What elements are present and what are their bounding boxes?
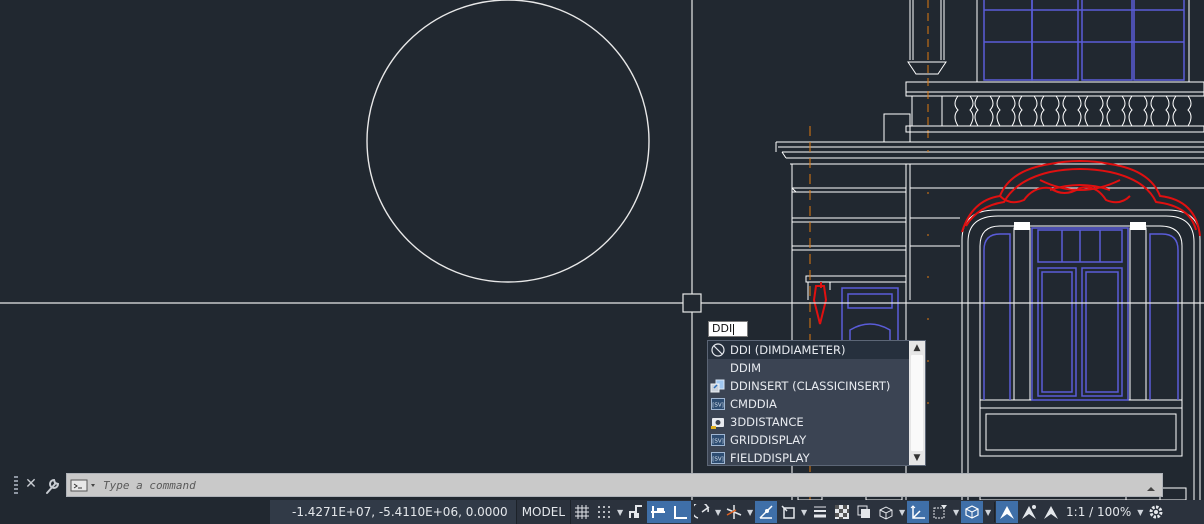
command-line-grip-handle[interactable]: [14, 476, 18, 494]
autocomplete-scrollbar[interactable]: ▲ ▼: [909, 341, 925, 465]
camera-distance-icon: [710, 415, 726, 429]
dynamic-ucs-icon[interactable]: [907, 501, 930, 523]
isodraft-icon[interactable]: [723, 501, 745, 523]
annotation-visibility-icon[interactable]: [996, 501, 1019, 523]
status-bar: -1.4271E+07, -5.4110E+06, 0.0000 MODEL ▼…: [270, 500, 1204, 524]
autocomplete-item-cmddia[interactable]: [SV] CMDDIA: [708, 395, 910, 413]
autocomplete-item-label: 3DDISTANCE: [730, 415, 804, 429]
scroll-down-arrow-icon[interactable]: ▼: [909, 451, 925, 465]
ortho-mode-icon[interactable]: [669, 501, 692, 523]
blank-icon: [710, 361, 726, 375]
polar-tracking-icon[interactable]: [691, 501, 713, 523]
annotation-scale-icon[interactable]: [1040, 501, 1062, 523]
object-snap-tracking-icon[interactable]: [755, 501, 778, 523]
selection-filtering-dropdown-icon[interactable]: ▼: [951, 501, 961, 523]
transparency-icon[interactable]: [831, 501, 853, 523]
coordinates-display[interactable]: -1.4271E+07, -5.4110E+06, 0.0000: [270, 500, 516, 524]
autocomplete-item-label: DDIM: [730, 361, 762, 375]
svg-text:[SV]: [SV]: [712, 439, 724, 445]
scrollbar-thumb[interactable]: [911, 355, 923, 451]
gizmo-dropdown-icon[interactable]: ▼: [983, 501, 993, 523]
autocomplete-item-3ddistance[interactable]: 3DDISTANCE: [708, 413, 910, 431]
customize-wrench-icon[interactable]: [44, 475, 62, 495]
object-snap-icon[interactable]: [777, 501, 799, 523]
system-variable-icon: [SV]: [710, 433, 726, 447]
object-snap-dropdown-icon[interactable]: ▼: [799, 501, 809, 523]
command-line: [66, 473, 1163, 497]
dimdiameter-icon: [710, 343, 726, 357]
recent-commands-dropdown[interactable]: [70, 478, 100, 493]
snap-mode-icon[interactable]: [593, 501, 615, 523]
status-divider: [994, 502, 996, 522]
autocomplete-item-label: DDI (DIMDIAMETER): [730, 343, 846, 357]
model-space-button[interactable]: MODEL: [515, 500, 572, 524]
autocomplete-item-label: DDINSERT (CLASSICINSERT): [730, 379, 891, 393]
system-variable-icon: [SV]: [710, 397, 726, 411]
dynamic-input-toggle-icon[interactable]: [647, 501, 670, 523]
selection-cycling-icon[interactable]: [853, 501, 875, 523]
dynamic-input-field[interactable]: DDI: [708, 321, 748, 337]
command-history-up-icon[interactable]: [1146, 479, 1156, 491]
autocomplete-item-dimdiameter[interactable]: DDI (DIMDIAMETER): [708, 341, 910, 359]
lineweight-icon[interactable]: [809, 501, 831, 523]
polar-tracking-dropdown-icon[interactable]: ▼: [713, 501, 723, 523]
svg-text:[SV]: [SV]: [712, 457, 724, 463]
gizmo-icon[interactable]: [961, 501, 984, 523]
isodraft-dropdown-icon[interactable]: ▼: [745, 501, 755, 523]
autocomplete-item-label: GRIDDISPLAY: [730, 433, 807, 447]
svg-text:[SV]: [SV]: [712, 403, 724, 409]
3d-object-snap-dropdown-icon[interactable]: ▼: [897, 501, 907, 523]
close-icon[interactable]: ✕: [23, 475, 39, 493]
scroll-up-arrow-icon[interactable]: ▲: [909, 341, 925, 355]
system-variable-icon: [SV]: [710, 451, 726, 465]
autocomplete-item-label: FIELDDISPLAY: [730, 451, 810, 465]
autocomplete-item-fielddisplay[interactable]: [SV] FIELDDISPLAY: [708, 449, 910, 467]
autocomplete-item-griddisplay[interactable]: [SV] GRIDDISPLAY: [708, 431, 910, 449]
selection-filtering-icon[interactable]: [929, 501, 951, 523]
insert-block-icon: [710, 379, 726, 393]
workspace-settings-gear-icon[interactable]: [1145, 501, 1167, 523]
autocomplete-item-label: CMDDIA: [730, 397, 777, 411]
snap-mode-dropdown-icon[interactable]: ▼: [615, 501, 625, 523]
dynamic-input-value: DDI: [712, 322, 733, 335]
auto-scale-icon[interactable]: [1018, 501, 1040, 523]
annotation-scale-dropdown-icon[interactable]: ▼: [1135, 501, 1145, 523]
drawing-canvas[interactable]: [0, 0, 1204, 524]
3d-object-snap-icon[interactable]: [875, 501, 897, 523]
text-caret: [733, 323, 735, 335]
autocomplete-item-ddim[interactable]: DDIM: [708, 359, 910, 377]
command-autocomplete-list[interactable]: DDI (DIMDIAMETER) DDIM DDINSERT (CLASSIC…: [707, 340, 926, 466]
infer-constraints-icon[interactable]: [625, 501, 647, 523]
grid-icon[interactable]: [571, 501, 593, 523]
command-input[interactable]: [103, 477, 1153, 493]
annotation-scale-value[interactable]: 1:1 / 100%: [1062, 505, 1135, 519]
autocomplete-item-ddinsert[interactable]: DDINSERT (CLASSICINSERT): [708, 377, 910, 395]
